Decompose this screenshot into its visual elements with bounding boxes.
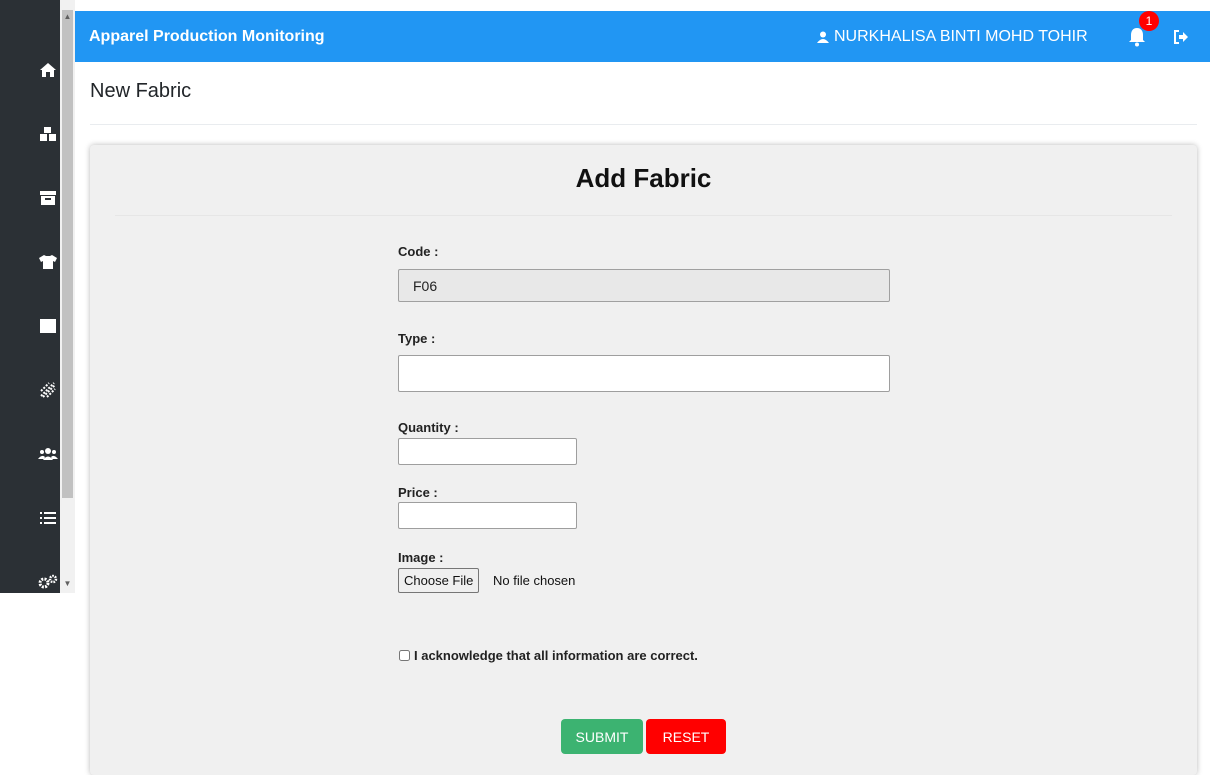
card-divider [115,215,1172,216]
reset-button[interactable]: RESET [646,719,726,754]
scrollbar-thumb[interactable] [62,10,73,498]
square-icon[interactable] [36,314,60,338]
form-title: Add Fabric [575,163,712,193]
acknowledge-checkbox[interactable] [399,650,410,661]
price-field[interactable] [398,502,577,529]
form-card: Add Fabric Code : Type : Quantity : Pric… [90,145,1197,775]
shirt-icon[interactable] [36,250,60,274]
divider [90,124,1197,125]
quantity-field[interactable] [398,438,577,465]
page-title: New Fabric [90,80,192,102]
submit-button[interactable]: SUBMIT [561,719,643,754]
acknowledge-row[interactable]: I acknowledge that all information are c… [398,648,698,663]
type-label: Type : [398,331,436,346]
logout-icon[interactable] [1173,29,1189,45]
type-field[interactable] [398,355,890,392]
archive-icon[interactable] [36,186,60,210]
home-icon[interactable] [36,58,60,82]
user-name: NURKHALISA BINTI MOHD TOHIR [834,27,1088,45]
notification-badge: 1 [1139,11,1159,31]
acknowledge-label: I acknowledge that all information are c… [414,648,698,663]
fabric-pattern-icon[interactable] [36,378,60,402]
quantity-label: Quantity : [398,420,459,435]
file-status: No file chosen [493,573,576,588]
top-navbar: Apparel Production Monitoring NURKHALISA… [75,11,1210,62]
price-label: Price : [398,485,438,500]
user-icon [817,31,829,43]
code-field[interactable] [398,269,890,302]
code-label: Code : [398,244,439,259]
app-title[interactable]: Apparel Production Monitoring [89,11,325,62]
image-label: Image : [398,550,444,565]
user-menu[interactable]: NURKHALISA BINTI MOHD TOHIR [817,11,1088,62]
bell-icon[interactable] [1128,27,1146,47]
users-icon[interactable] [36,442,60,466]
boxes-icon[interactable] [36,122,60,146]
list-icon[interactable] [36,506,60,530]
scroll-up-icon[interactable]: ▲ [63,12,72,21]
choose-file-button[interactable]: Choose File [398,568,480,593]
settings-icon[interactable] [36,570,60,594]
scroll-down-icon[interactable]: ▼ [63,579,72,588]
sidebar [0,0,60,593]
